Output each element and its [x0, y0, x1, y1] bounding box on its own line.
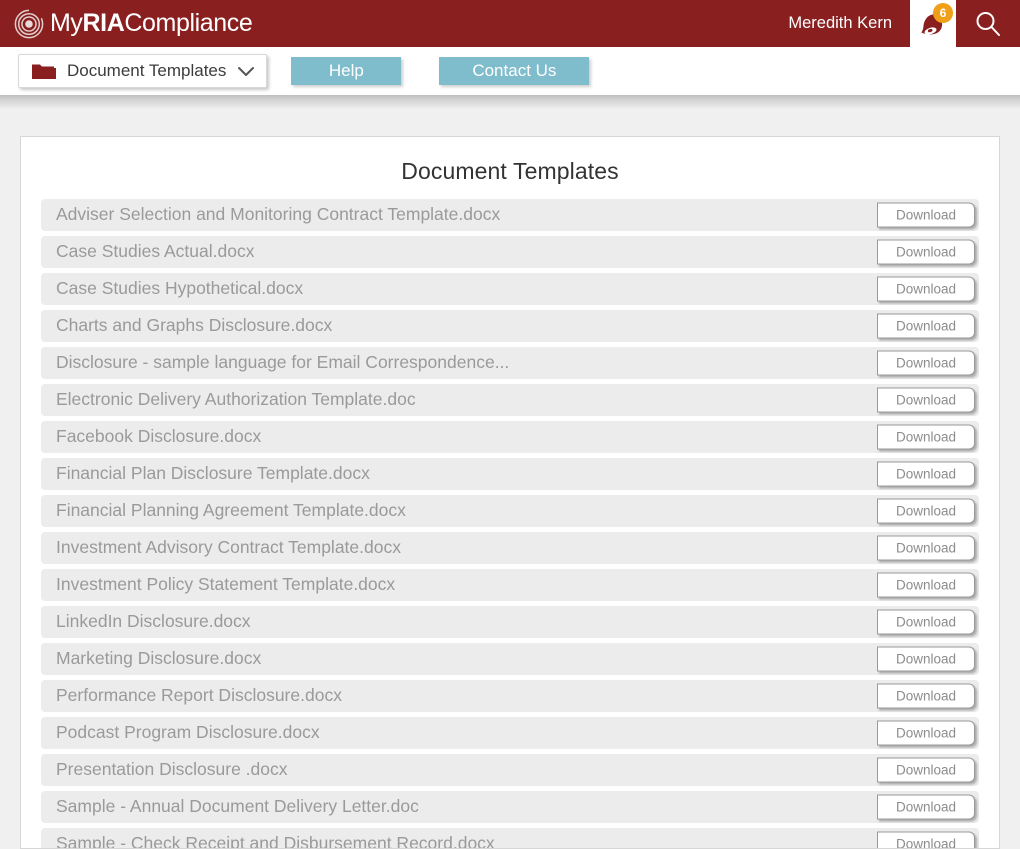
- brand-wordmark: MyRIACompliance: [50, 9, 253, 37]
- brand-my: My: [50, 9, 83, 37]
- table-row: Sample - Annual Document Delivery Letter…: [41, 791, 979, 823]
- notifications-button[interactable]: 6: [910, 0, 956, 47]
- table-row: Sample - Check Receipt and Disbursement …: [41, 828, 979, 849]
- table-row: Investment Advisory Contract Template.do…: [41, 532, 979, 564]
- table-row: Case Studies Actual.docx Download: [41, 236, 979, 268]
- document-file-name: Charts and Graphs Disclosure.docx: [56, 317, 333, 335]
- user-name[interactable]: Meredith Kern: [788, 0, 910, 47]
- download-button[interactable]: Download: [877, 646, 975, 672]
- table-row: Charts and Graphs Disclosure.docx Downloa…: [41, 310, 979, 342]
- header-right-cluster: Meredith Kern 6: [788, 0, 1020, 47]
- table-row: Financial Planning Agreement Template.do…: [41, 495, 979, 527]
- download-button[interactable]: Download: [877, 757, 975, 783]
- document-file-name: Performance Report Disclosure.docx: [56, 687, 342, 705]
- download-button[interactable]: Download: [877, 313, 975, 339]
- chevron-down-icon: [238, 67, 255, 76]
- secondary-nav-bar: Document Templates Help Contact Us: [0, 47, 1020, 95]
- download-button[interactable]: Download: [877, 794, 975, 820]
- document-file-name: Facebook Disclosure.docx: [56, 428, 262, 446]
- document-file-name: Investment Policy Statement Template.doc…: [56, 576, 396, 594]
- download-button[interactable]: Download: [877, 609, 975, 635]
- download-button[interactable]: Download: [877, 387, 975, 413]
- table-row: Marketing Disclosure.docx Download: [41, 643, 979, 675]
- page-title: Document Templates: [401, 158, 619, 184]
- contact-us-button[interactable]: Contact Us: [439, 57, 590, 85]
- document-file-name: LinkedIn Disclosure.docx: [56, 613, 251, 631]
- document-file-name: Sample - Check Receipt and Disbursement …: [56, 835, 495, 849]
- document-file-name: Case Studies Hypothetical.docx: [56, 280, 304, 298]
- document-file-name: Financial Plan Disclosure Template.docx: [56, 465, 370, 483]
- dropdown-label: Document Templates: [67, 61, 227, 80]
- folder-icon: [32, 64, 56, 79]
- download-button[interactable]: Download: [877, 276, 975, 302]
- download-button[interactable]: Download: [877, 461, 975, 487]
- table-row: Case Studies Hypothetical.docx Download: [41, 273, 979, 305]
- download-button[interactable]: Download: [877, 683, 975, 709]
- download-button[interactable]: Download: [877, 831, 975, 848]
- table-row: Presentation Disclosure .docx Download: [41, 754, 979, 786]
- content-card: Document Templates Adviser Selection and…: [20, 136, 1000, 849]
- download-button[interactable]: Download: [877, 498, 975, 524]
- document-templates-dropdown[interactable]: Document Templates: [18, 54, 268, 88]
- download-button[interactable]: Download: [877, 424, 975, 450]
- notification-badge: 6: [933, 3, 953, 23]
- download-button[interactable]: Download: [877, 720, 975, 746]
- document-file-name: Electronic Delivery Authorization Templa…: [56, 391, 416, 409]
- table-row: Electronic Delivery Authorization Templa…: [41, 384, 979, 416]
- table-row: Performance Report Disclosure.docx Downlo…: [41, 680, 979, 712]
- table-row: Adviser Selection and Monitoring Contrac…: [41, 199, 979, 231]
- table-row: Investment Policy Statement Template.doc…: [41, 569, 979, 601]
- document-file-name: Disclosure - sample language for Email C…: [56, 354, 510, 372]
- brand-logo[interactable]: MyRIACompliance: [0, 0, 253, 47]
- document-file-name: Case Studies Actual.docx: [56, 243, 255, 261]
- table-row: Facebook Disclosure.docx Download: [41, 421, 979, 453]
- table-row: Disclosure - sample language for Email C…: [41, 347, 979, 379]
- help-button[interactable]: Help: [291, 57, 402, 85]
- page-stage: Document Templates Adviser Selection and…: [0, 109, 1020, 849]
- top-header-bar: MyRIACompliance Meredith Kern 6: [0, 0, 1020, 47]
- document-template-list: Adviser Selection and Monitoring Contrac…: [21, 199, 999, 849]
- search-button[interactable]: [956, 0, 1020, 47]
- header-shadow-band: [0, 95, 1020, 109]
- table-row: Financial Plan Disclosure Template.docx D…: [41, 458, 979, 490]
- document-file-name: Financial Planning Agreement Template.do…: [56, 502, 406, 520]
- document-file-name: Presentation Disclosure .docx: [56, 761, 288, 779]
- download-button[interactable]: Download: [877, 572, 975, 598]
- document-file-name: Marketing Disclosure.docx: [56, 650, 262, 668]
- concentric-spiral-logo-icon: [14, 8, 44, 38]
- document-file-name: Adviser Selection and Monitoring Contrac…: [56, 206, 501, 224]
- download-button[interactable]: Download: [877, 350, 975, 376]
- document-file-name: Podcast Program Disclosure.docx: [56, 724, 320, 742]
- search-icon: [976, 11, 1000, 36]
- download-button[interactable]: Download: [877, 202, 975, 228]
- table-row: LinkedIn Disclosure.docx Download: [41, 606, 979, 638]
- table-row: Podcast Program Disclosure.docx Download: [41, 717, 979, 749]
- download-button[interactable]: Download: [877, 535, 975, 561]
- document-file-name: Investment Advisory Contract Template.do…: [56, 539, 401, 557]
- download-button[interactable]: Download: [877, 239, 975, 265]
- brand-ria: RIA: [82, 9, 125, 37]
- brand-compliance: Compliance: [124, 9, 253, 37]
- document-file-name: Sample - Annual Document Delivery Letter…: [56, 798, 419, 816]
